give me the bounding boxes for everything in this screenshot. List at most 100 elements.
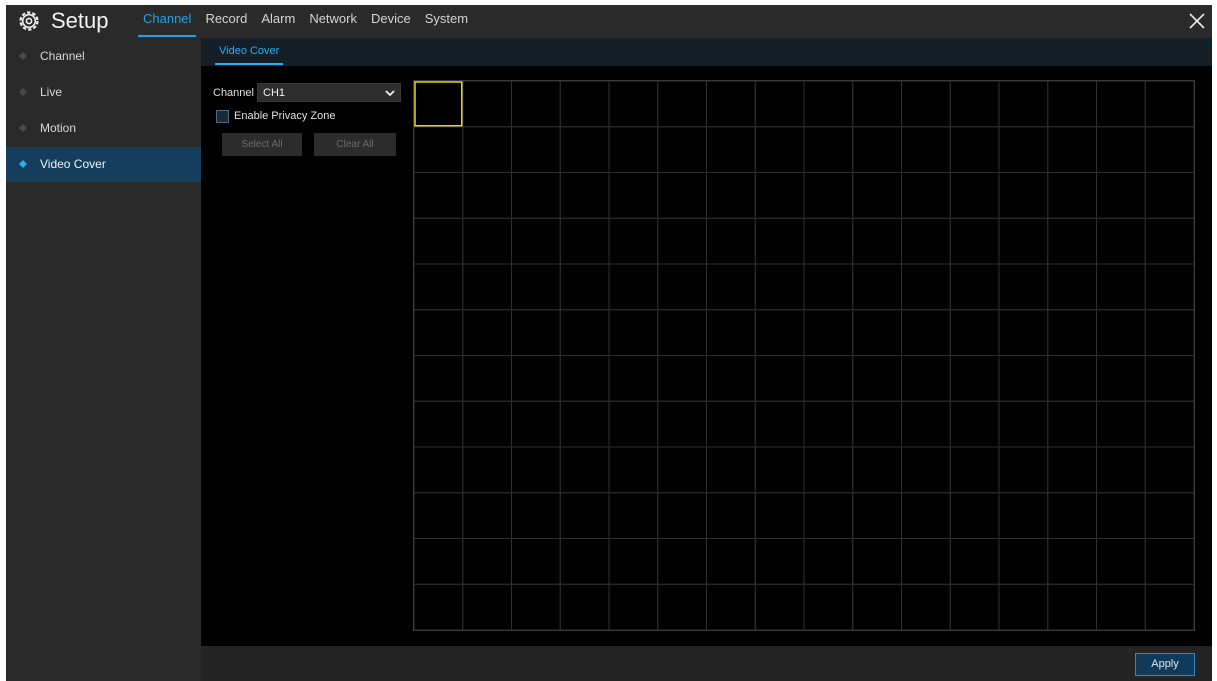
grid-cell[interactable]: [559, 309, 610, 356]
grid-cell[interactable]: [414, 400, 464, 448]
grid-cell[interactable]: [1144, 583, 1194, 630]
grid-cell[interactable]: [657, 583, 707, 630]
grid-cell[interactable]: [462, 217, 512, 265]
subtab-video-cover[interactable]: Video Cover: [211, 38, 287, 66]
grid-cell[interactable]: [414, 492, 464, 539]
grid-cell[interactable]: [657, 217, 707, 265]
grid-cell[interactable]: [706, 492, 756, 539]
grid-cell[interactable]: [998, 400, 1049, 448]
grid-cell[interactable]: [998, 446, 1049, 494]
grid-cell[interactable]: [901, 309, 951, 356]
grid-cell[interactable]: [998, 355, 1049, 402]
grid-cell[interactable]: [462, 309, 512, 356]
grid-cell[interactable]: [754, 126, 805, 173]
grid-cell[interactable]: [852, 81, 902, 128]
grid-cell[interactable]: [1047, 492, 1097, 539]
grid-cell[interactable]: [1047, 355, 1097, 402]
grid-cell[interactable]: [559, 538, 610, 585]
grid-cell[interactable]: [1144, 172, 1194, 219]
grid-cell[interactable]: [998, 583, 1049, 630]
grid-cell[interactable]: [852, 126, 902, 173]
grid-cell[interactable]: [1096, 355, 1146, 402]
grid-cell[interactable]: [949, 81, 1000, 128]
grid-cell[interactable]: [998, 263, 1049, 311]
grid-cell[interactable]: [511, 217, 561, 265]
grid-cell[interactable]: [657, 81, 707, 128]
grid-cell[interactable]: [754, 217, 805, 265]
grid-cell[interactable]: [998, 538, 1049, 585]
tab-device[interactable]: Device: [364, 5, 418, 38]
grid-cell[interactable]: [608, 583, 659, 630]
grid-cell[interactable]: [462, 446, 512, 494]
grid-cell[interactable]: [608, 355, 659, 402]
grid-cell[interactable]: [803, 263, 854, 311]
sidebar-item-video-cover[interactable]: Video Cover: [6, 147, 201, 182]
grid-cell[interactable]: [706, 81, 756, 128]
grid-cell[interactable]: [559, 492, 610, 539]
grid-cell[interactable]: [998, 81, 1049, 128]
grid-cell[interactable]: [901, 400, 951, 448]
grid-canvas[interactable]: [414, 81, 1194, 630]
grid-cell[interactable]: [803, 172, 854, 219]
grid-cell[interactable]: [608, 309, 659, 356]
grid-cell[interactable]: [414, 309, 464, 356]
grid-cell[interactable]: [1096, 538, 1146, 585]
grid-cell[interactable]: [511, 492, 561, 539]
grid-cell[interactable]: [852, 400, 902, 448]
grid-cell[interactable]: [1096, 263, 1146, 311]
grid-cell[interactable]: [559, 217, 610, 265]
grid-cell[interactable]: [998, 172, 1049, 219]
grid-cell[interactable]: [608, 126, 659, 173]
clear-all-button[interactable]: Clear All: [314, 133, 396, 156]
grid-cell[interactable]: [706, 538, 756, 585]
grid-cell[interactable]: [1047, 126, 1097, 173]
grid-cell[interactable]: [608, 81, 659, 128]
grid-cell[interactable]: [949, 446, 1000, 494]
grid-cell[interactable]: [1096, 309, 1146, 356]
grid-cell[interactable]: [1144, 446, 1194, 494]
grid-cell[interactable]: [1144, 400, 1194, 448]
grid-cell[interactable]: [706, 263, 756, 311]
grid-cell[interactable]: [511, 81, 561, 128]
apply-button[interactable]: Apply: [1135, 653, 1195, 676]
close-icon[interactable]: [1188, 12, 1206, 30]
grid-cell[interactable]: [754, 538, 805, 585]
grid-cell[interactable]: [462, 126, 512, 173]
sidebar-item-channel[interactable]: Channel: [6, 39, 201, 74]
grid-cell[interactable]: [657, 492, 707, 539]
grid-cell[interactable]: [949, 583, 1000, 630]
grid-cell[interactable]: [462, 172, 512, 219]
grid-cell[interactable]: [511, 126, 561, 173]
grid-cell[interactable]: [511, 355, 561, 402]
grid-cell[interactable]: [852, 217, 902, 265]
grid-cell[interactable]: [608, 538, 659, 585]
grid-cell[interactable]: [608, 400, 659, 448]
select-all-button[interactable]: Select All: [222, 133, 302, 156]
grid-cell[interactable]: [511, 446, 561, 494]
grid-cell[interactable]: [1144, 81, 1194, 128]
grid-cell[interactable]: [852, 309, 902, 356]
grid-cell[interactable]: [852, 172, 902, 219]
grid-cell[interactable]: [1144, 538, 1194, 585]
grid-cell[interactable]: [1144, 309, 1194, 356]
grid-cell[interactable]: [706, 400, 756, 448]
grid-cell[interactable]: [803, 400, 854, 448]
grid-cell[interactable]: [1096, 583, 1146, 630]
grid-cell[interactable]: [754, 263, 805, 311]
grid-cell[interactable]: [462, 81, 512, 128]
grid-cell[interactable]: [559, 126, 610, 173]
grid-cell[interactable]: [608, 446, 659, 494]
grid-cell[interactable]: [608, 217, 659, 265]
grid-cell[interactable]: [414, 446, 464, 494]
grid-cell[interactable]: [559, 355, 610, 402]
grid-cell[interactable]: [754, 583, 805, 630]
grid-cell[interactable]: [511, 400, 561, 448]
grid-cell[interactable]: [949, 538, 1000, 585]
tab-network[interactable]: Network: [302, 5, 364, 38]
grid-cell[interactable]: [803, 492, 854, 539]
grid-cell[interactable]: [1047, 172, 1097, 219]
grid-cell[interactable]: [657, 126, 707, 173]
grid-cell[interactable]: [901, 263, 951, 311]
grid-cell[interactable]: [803, 583, 854, 630]
grid-cell[interactable]: [1096, 400, 1146, 448]
